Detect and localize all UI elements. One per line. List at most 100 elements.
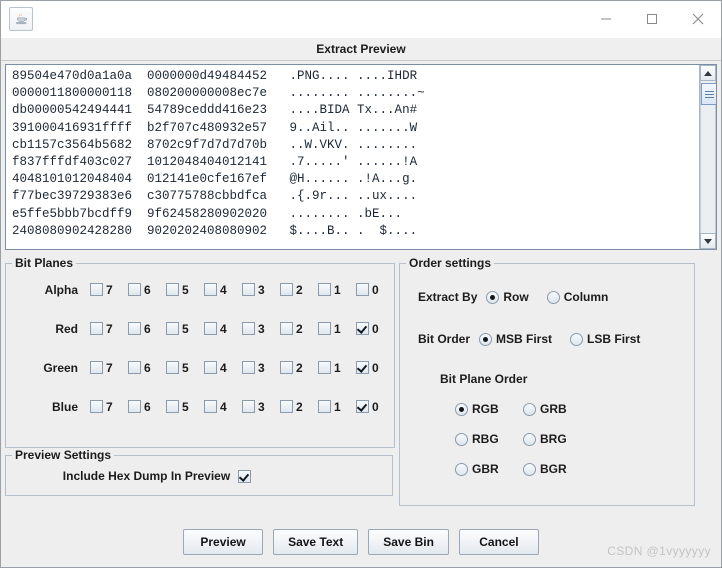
bitplane-alpha-7[interactable]: 7: [90, 283, 128, 297]
bitplane-green-1[interactable]: 1: [318, 361, 356, 375]
bitplane-red-3[interactable]: 3: [242, 322, 280, 336]
bitplane-red-1[interactable]: 1: [318, 322, 356, 336]
bit-order-msb-option[interactable]: MSB First: [479, 332, 552, 346]
hex-dump-text-area[interactable]: 89504e470d0a1a0a 0000000d49484452 .PNG..…: [6, 65, 699, 249]
bit-plane-order-rgb-option[interactable]: RGB: [455, 402, 523, 416]
include-hex-dump-checkbox[interactable]: [238, 469, 252, 483]
checkbox-icon[interactable]: [90, 400, 103, 413]
bitplane-red-2[interactable]: 2: [280, 322, 318, 336]
checkbox-icon[interactable]: [128, 322, 141, 335]
checkbox-icon[interactable]: [166, 322, 179, 335]
checkbox-icon[interactable]: [166, 361, 179, 374]
bit-plane-order-brg-option[interactable]: BRG: [523, 432, 591, 446]
checkbox-icon[interactable]: [356, 322, 369, 335]
bitplane-blue-3[interactable]: 3: [242, 400, 280, 414]
radio-icon[interactable]: [570, 332, 584, 346]
scrollbar-thumb[interactable]: [701, 83, 716, 105]
checkbox-icon[interactable]: [356, 400, 369, 413]
checkbox-icon[interactable]: [242, 361, 255, 374]
scroll-down-arrow-icon[interactable]: [700, 233, 716, 249]
preview-button[interactable]: Preview: [183, 529, 264, 555]
bitplane-red-4[interactable]: 4: [204, 322, 242, 336]
scrollbar-track[interactable]: [700, 81, 716, 233]
checkbox-icon[interactable]: [90, 283, 103, 296]
bitplane-green-0[interactable]: 0: [356, 361, 394, 375]
bitplane-blue-1[interactable]: 1: [318, 400, 356, 414]
bitplane-blue-7[interactable]: 7: [90, 400, 128, 414]
bitplane-alpha-0[interactable]: 0: [356, 283, 394, 297]
checkbox-icon[interactable]: [242, 400, 255, 413]
checkbox-icon[interactable]: [128, 361, 141, 374]
bitplane-green-2[interactable]: 2: [280, 361, 318, 375]
checkbox-icon[interactable]: [356, 283, 369, 296]
bitplane-green-7[interactable]: 7: [90, 361, 128, 375]
radio-icon[interactable]: [546, 290, 560, 304]
checkbox-icon[interactable]: [318, 400, 331, 413]
maximize-button[interactable]: [629, 1, 675, 37]
save-bin-button[interactable]: Save Bin: [368, 529, 449, 555]
close-button[interactable]: [675, 1, 721, 37]
bitplane-alpha-6[interactable]: 6: [128, 283, 166, 297]
extract-by-column-option[interactable]: Column: [546, 290, 608, 304]
checkbox-icon[interactable]: [204, 400, 217, 413]
checkbox-icon[interactable]: [128, 400, 141, 413]
bitplane-alpha-3[interactable]: 3: [242, 283, 280, 297]
preview-vertical-scrollbar[interactable]: [699, 65, 716, 249]
checkbox-icon[interactable]: [128, 283, 141, 296]
checkbox-icon[interactable]: [280, 322, 293, 335]
checkbox-icon[interactable]: [356, 361, 369, 374]
bitplane-blue-2[interactable]: 2: [280, 400, 318, 414]
bitplane-alpha-1[interactable]: 1: [318, 283, 356, 297]
checkbox-icon[interactable]: [166, 400, 179, 413]
save-text-button[interactable]: Save Text: [273, 529, 359, 555]
radio-icon[interactable]: [455, 462, 468, 476]
checkbox-icon[interactable]: [204, 283, 217, 296]
checkbox-icon[interactable]: [318, 361, 331, 374]
bit-plane-order-gbr-option[interactable]: GBR: [455, 462, 523, 476]
radio-icon[interactable]: [455, 402, 468, 416]
bitplane-red-7[interactable]: 7: [90, 322, 128, 336]
bit-plane-order-grb-option[interactable]: GRB: [523, 402, 591, 416]
checkbox-icon[interactable]: [204, 322, 217, 335]
cancel-button[interactable]: Cancel: [458, 529, 539, 555]
bit-plane-order-bgr-option[interactable]: BGR: [523, 462, 591, 476]
checkbox-icon[interactable]: [242, 283, 255, 296]
bitplane-green-4[interactable]: 4: [204, 361, 242, 375]
radio-icon[interactable]: [486, 290, 500, 304]
extract-by-row-option[interactable]: Row: [486, 290, 529, 304]
checkbox-icon[interactable]: [280, 283, 293, 296]
checkbox-icon[interactable]: [90, 361, 103, 374]
checkbox-icon[interactable]: [280, 400, 293, 413]
checkbox-icon[interactable]: [90, 322, 103, 335]
left-column: Bit Planes Alpha 7 6 5 4 3 2 1 0 Red 7 6: [5, 256, 395, 496]
bitplane-alpha-5[interactable]: 5: [166, 283, 204, 297]
bitplane-blue-6[interactable]: 6: [128, 400, 166, 414]
radio-icon[interactable]: [523, 402, 536, 416]
checkbox-icon[interactable]: [318, 322, 331, 335]
bit-plane-order-rbg-option[interactable]: RBG: [455, 432, 523, 446]
bitplane-red-6[interactable]: 6: [128, 322, 166, 336]
bitplane-red-0[interactable]: 0: [356, 322, 394, 336]
bitplane-blue-5[interactable]: 5: [166, 400, 204, 414]
bitplane-blue-0[interactable]: 0: [356, 400, 394, 414]
checkbox-icon[interactable]: [204, 361, 217, 374]
radio-icon[interactable]: [479, 332, 493, 346]
bitplane-green-6[interactable]: 6: [128, 361, 166, 375]
radio-icon[interactable]: [523, 462, 536, 476]
checkbox-icon[interactable]: [318, 283, 331, 296]
bitplane-green-5[interactable]: 5: [166, 361, 204, 375]
checkbox-icon[interactable]: [242, 322, 255, 335]
radio-icon[interactable]: [455, 432, 468, 446]
bitplane-green-3[interactable]: 3: [242, 361, 280, 375]
checkbox-icon[interactable]: [280, 361, 293, 374]
bitplane-blue-4[interactable]: 4: [204, 400, 242, 414]
scroll-up-arrow-icon[interactable]: [700, 65, 716, 81]
bitplane-alpha-2[interactable]: 2: [280, 283, 318, 297]
minimize-button[interactable]: [583, 1, 629, 37]
bitplane-red-5[interactable]: 5: [166, 322, 204, 336]
checkbox-icon[interactable]: [166, 283, 179, 296]
bitplane-alpha-4[interactable]: 4: [204, 283, 242, 297]
include-hex-dump-row[interactable]: Include Hex Dump In Preview: [6, 462, 392, 490]
bit-order-lsb-option[interactable]: LSB First: [570, 332, 640, 346]
radio-icon[interactable]: [523, 432, 536, 446]
